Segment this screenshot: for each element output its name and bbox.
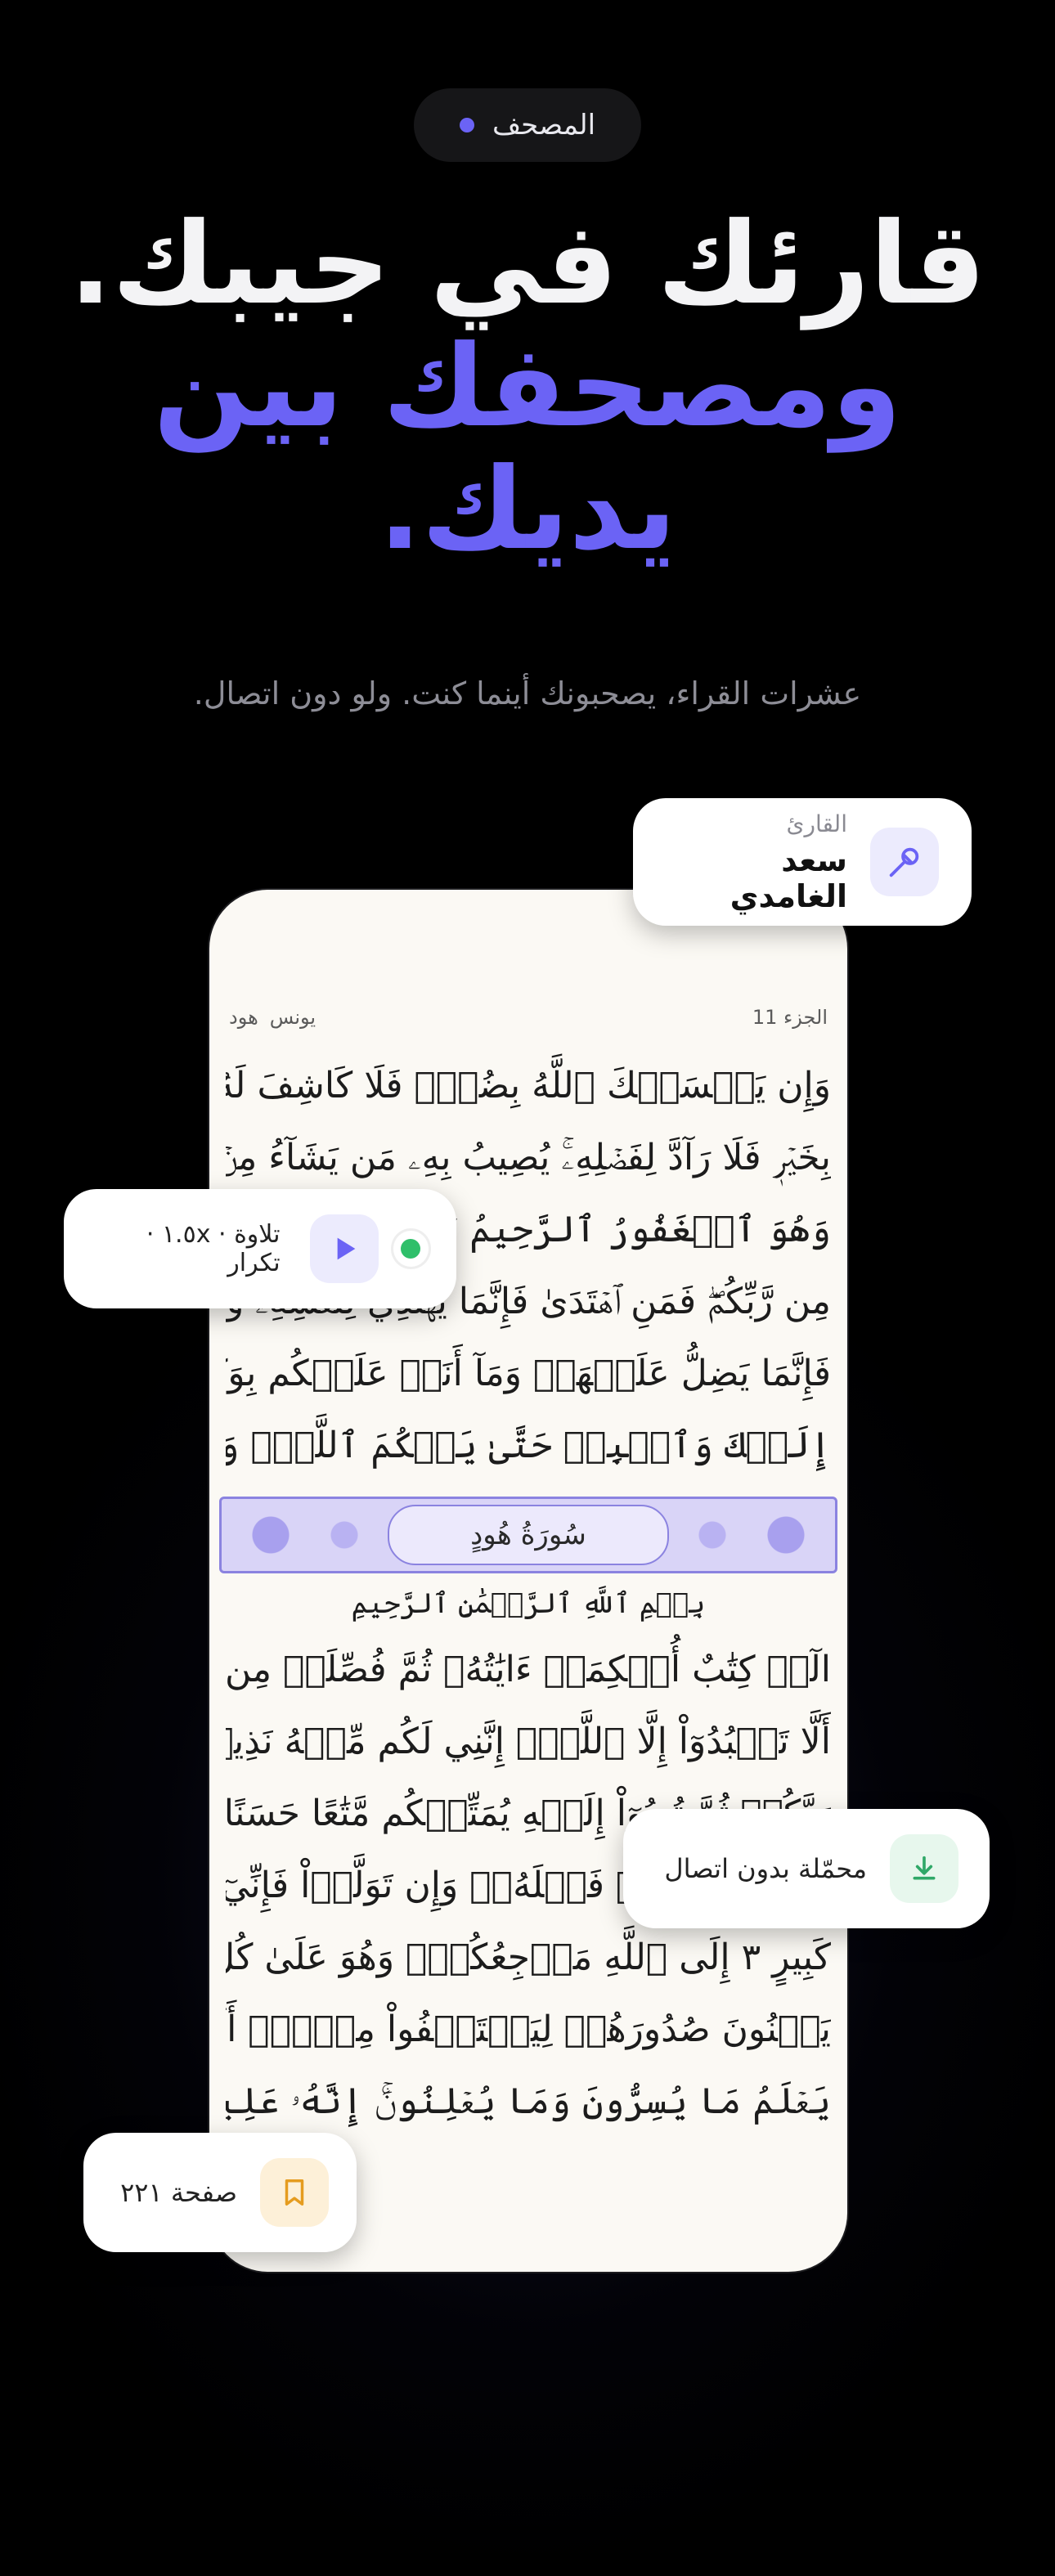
page-card[interactable]: صفحة ٢٢١: [83, 2133, 357, 2252]
playback-card[interactable]: تلاوة · ١.٥x · تكرار: [64, 1189, 456, 1308]
section-badge-label: المصحف: [492, 109, 596, 141]
subtitle: عشرات القراء، يصحبونك أينما كنت. ولو دون…: [193, 675, 862, 711]
verse-line[interactable]: فَإِنَّمَا يَضِلُّ عَلَيۡهَاۖ وَمَآ أَنَ…: [226, 1338, 831, 1410]
juz-label: الجزء 11: [752, 1006, 828, 1029]
download-icon: [890, 1834, 958, 1903]
headline-line-2: ومصحفك بين: [153, 321, 902, 452]
surah-title: سُورَةُ هُودٍ: [388, 1505, 669, 1565]
phone-mockup: الجزء 11 يونس هود وَإِن يَمۡسَسۡكَ ٱللَّ…: [209, 890, 847, 2272]
headline: قارئك في جيبك. ومصحفك بين يديك.: [0, 203, 1055, 571]
surah-header-banner: سُورَةُ هُودٍ: [219, 1497, 837, 1573]
verse-line[interactable]: أَلَّا تَعۡبُدُوٓاْ إِلَّا ٱللَّهَۚ إِنَ…: [226, 1706, 831, 1778]
play-icon[interactable]: [309, 1214, 379, 1283]
verse-line[interactable]: بِخَيۡرٖ فَلَا رَآدَّ لِفَضۡلِهِۦۚ يُصِي…: [226, 1122, 831, 1194]
accent-dot-icon: [459, 118, 474, 132]
basmala: بِسۡمِ ٱللَّهِ ٱلرَّحۡمَٰنِ ٱلرَّحِيمِ: [351, 1587, 706, 1620]
page-header: الجزء 11 يونس هود: [229, 1001, 828, 1034]
verse-line[interactable]: يَثۡنُونَ صُدُورَهُمۡ لِيَسۡتَخۡفُواْ مِ…: [226, 1994, 831, 2066]
page-number: صفحة ٢٢١: [120, 2177, 237, 2208]
verse-line[interactable]: يَعۡلَمُ مَا يُسِرُّونَ وَمَا يُعۡلِنُون…: [226, 2066, 831, 2138]
surah-name-right: يونس: [269, 1006, 316, 1029]
surah-name-left: هود: [229, 1006, 258, 1029]
headline-line-3: يديك.: [378, 443, 677, 575]
reciter-info: القارئ سعد الغامدي: [658, 810, 847, 914]
status-indicator-icon: [393, 1231, 429, 1267]
bookmark-icon: [260, 2158, 329, 2227]
microphone-icon: [870, 828, 939, 896]
reciter-name: سعد الغامدي: [730, 841, 847, 914]
reciter-card[interactable]: القارئ سعد الغامدي: [633, 798, 972, 926]
surah-names: يونس هود: [229, 1006, 316, 1029]
offline-status: محمّلة بدون اتصال: [664, 1853, 867, 1884]
playback-status: تلاوة · ١.٥x · تكرار: [146, 1220, 281, 1277]
verse-line[interactable]: الٓرۚ كِتَٰبٌ أُحۡكِمَتۡ ءَايَٰتُهُۥ ثُم…: [226, 1634, 831, 1706]
verse-line[interactable]: كَبِيرٍ ٣ إِلَى ٱللَّهِ مَرۡجِعُكُمۡۖ وَ…: [226, 1922, 831, 1994]
offline-card[interactable]: محمّلة بدون اتصال: [623, 1809, 990, 1928]
reciter-label: القارئ: [786, 810, 847, 837]
section-badge: المصحف: [414, 88, 641, 162]
headline-line-1: قارئك في جيبك.: [69, 198, 986, 330]
verse-line[interactable]: إِلَيۡكَ وَٱصۡبِرۡ حَتَّىٰ يَحۡكُمَ ٱللَ…: [226, 1410, 831, 1482]
verse-line[interactable]: وَإِن يَمۡسَسۡكَ ٱللَّهُ بِضُرّٖ فَلَا ك…: [226, 1050, 831, 1122]
